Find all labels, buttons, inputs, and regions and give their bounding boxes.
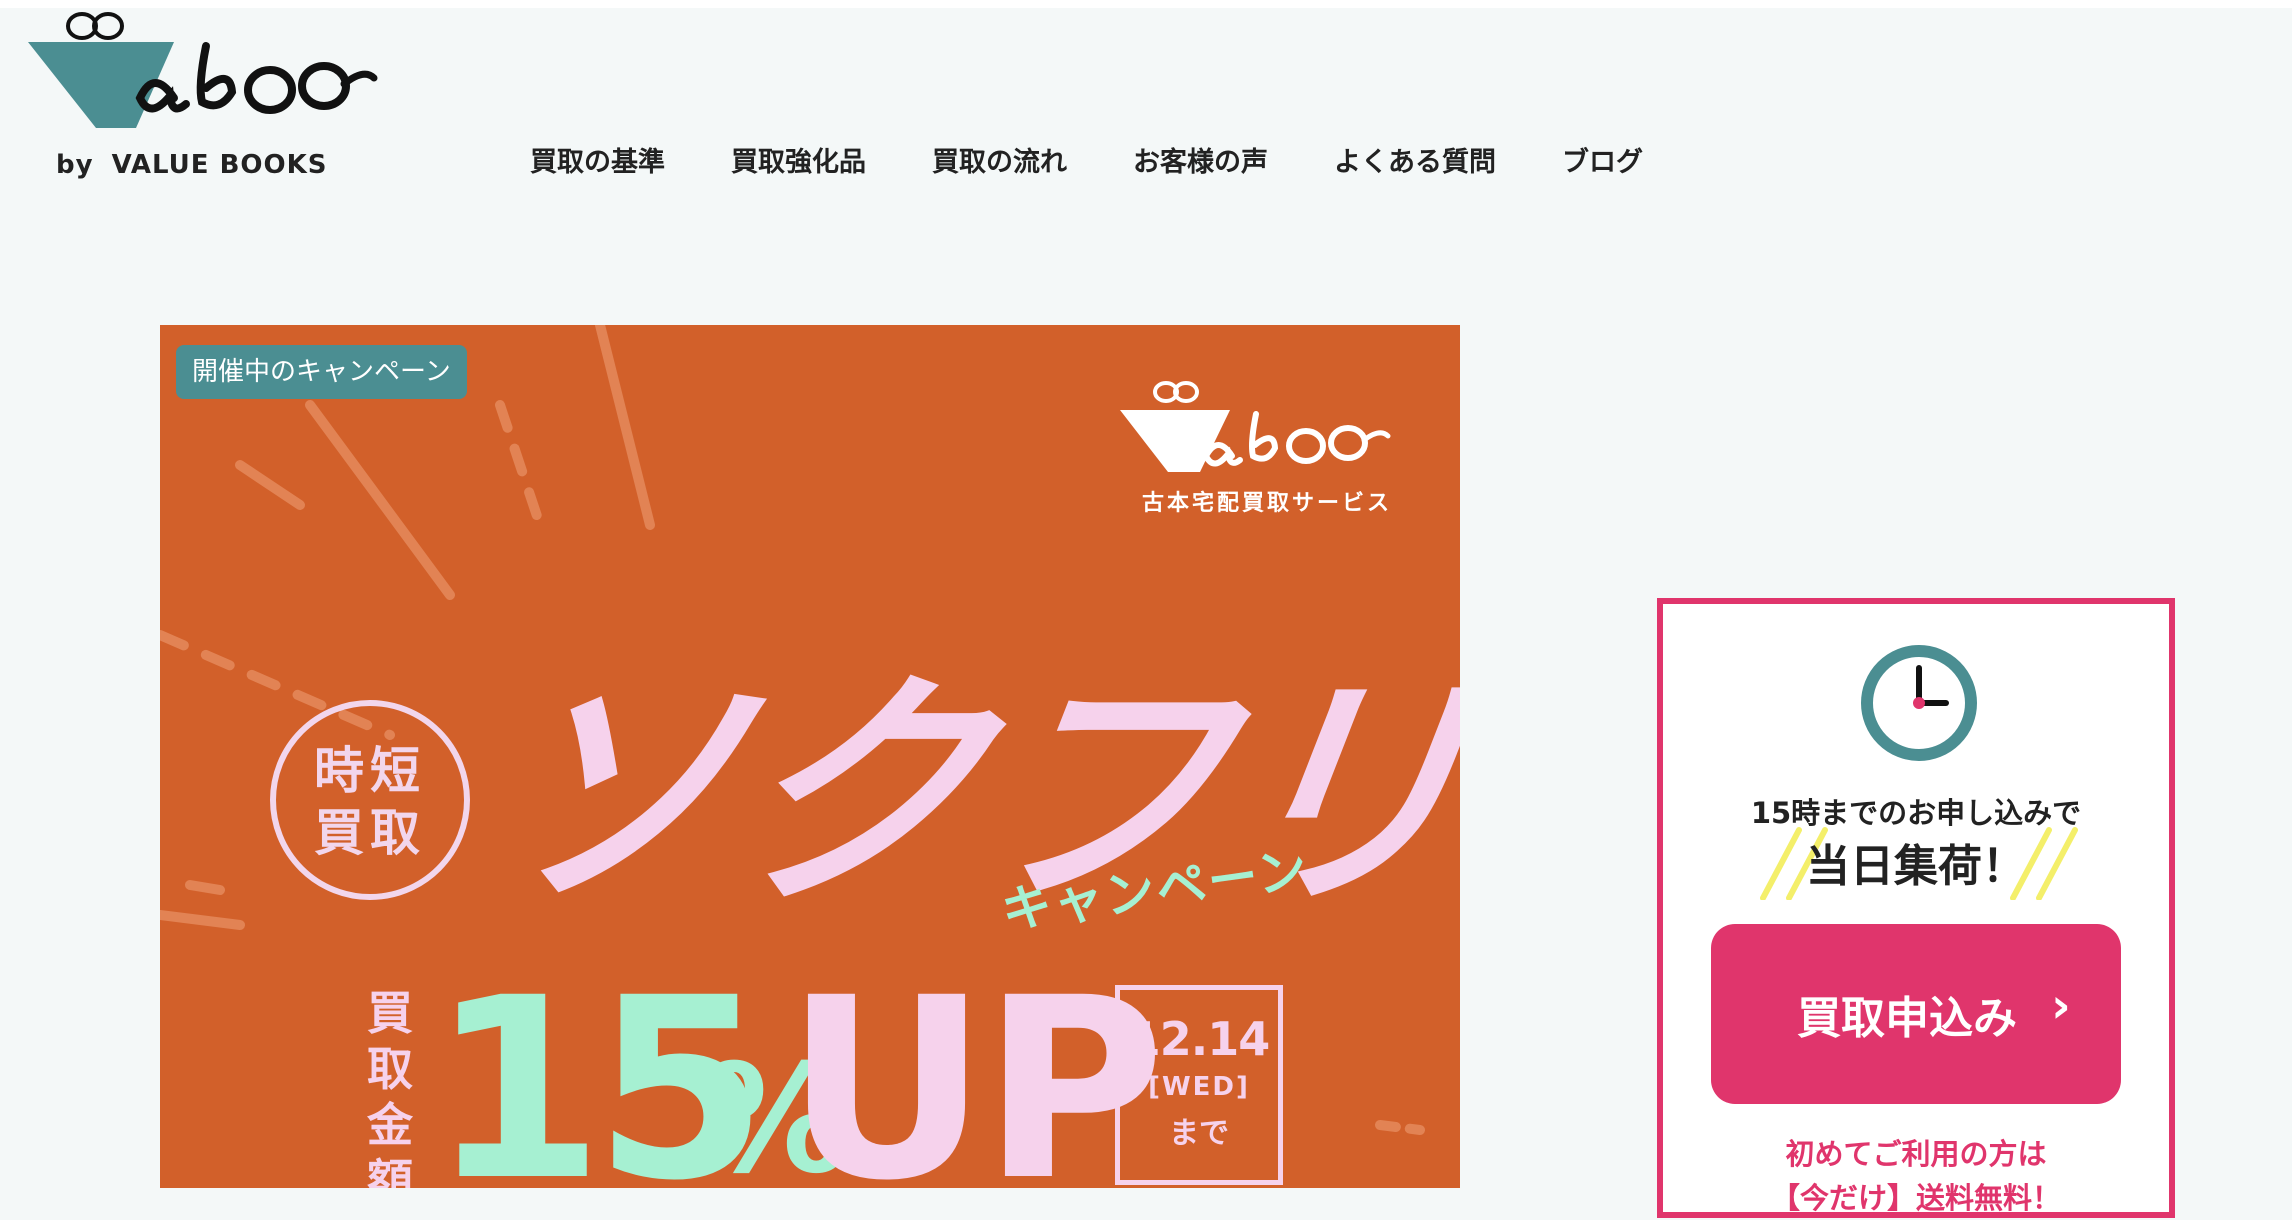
by-label: by [56,150,94,180]
nav-item-flow[interactable]: 買取の流れ [932,140,1067,179]
logo-byline: by VALUE BOOKS [56,150,328,180]
nav-item-featured[interactable]: 買取強化品 [731,140,866,179]
nav-item-criteria[interactable]: 買取の基準 [530,140,665,179]
amount-label: 買 取 金 額 [360,985,420,1188]
deadline-weekday: [WED] [1148,1072,1250,1102]
first-time-note-line1: 初めてご利用の方は [1785,1137,2047,1171]
first-time-note: 初めてご利用の方は 【今だけ】送料無料！ [1663,1132,2169,1220]
nav-item-faq[interactable]: よくある質問 [1334,140,1496,179]
up-word: UP [785,944,1165,1189]
deadline-box: 12.14 [WED] まで [1115,985,1283,1185]
nav-item-blog[interactable]: ブログ [1562,140,1643,179]
campaign-banner[interactable]: 開催中のキャンペーン 古本宅配買取サービス 時短 買取 ソクフリ キャンペーン … [160,325,1460,1188]
company-name: VALUE BOOKS [111,150,328,180]
nav-item-reviews[interactable]: お客様の声 [1133,140,1268,179]
same-day-pickup: 当日集荷！ [1806,841,2026,892]
campaign-headline: ソクフリ [469,649,1460,940]
vaboo-logo-mark [28,12,378,128]
clock-label-line1: 時短 [314,742,426,800]
amount-label-char: 取 [367,1042,413,1096]
amount-label-char: 買 [367,986,413,1040]
clock-icon [1861,645,1977,761]
clock-label-line2: 買取 [314,804,426,862]
main-nav: 買取の基準 買取強化品 買取の流れ お客様の声 よくある質問 ブログ [530,140,1643,179]
campaign-badge: 開催中のキャンペーン [176,345,467,399]
amount-label-char: 額 [367,1154,413,1188]
pickup-panel: 15時までのお申し込みで 当日集荷！ 買取申込み › 初めてご利用の方は 【今だ… [1657,598,2175,1218]
chevron-right-icon: › [2051,978,2071,1034]
deadline-date: 12.14 [1128,1012,1271,1066]
amount-label-char: 金 [367,1098,413,1152]
service-name: 古本宅配買取サービス [1142,491,1393,516]
deadline-until: まで [1169,1116,1229,1151]
quick-purchase-badge: 時短 買取 [270,700,470,900]
apply-button-label: 買取申込み [1797,993,2017,1044]
apply-button[interactable]: 買取申込み › [1711,924,2121,1104]
banner-logo-mark [1120,381,1391,472]
first-time-note-line2: 【今だけ】送料無料！ [1770,1181,2061,1215]
